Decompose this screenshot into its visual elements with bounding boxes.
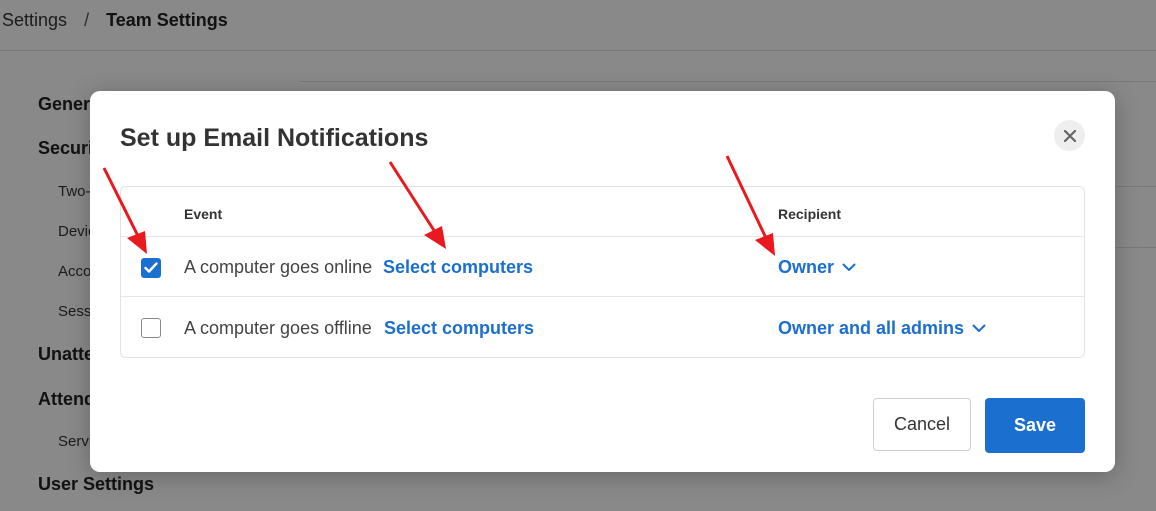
recipient-dropdown[interactable]: Owner and all admins [778,318,986,339]
email-notifications-dialog: Set up Email Notifications Event Recipie… [90,91,1115,472]
select-computers-link[interactable]: Select computers [384,318,534,339]
chevron-down-icon [972,324,986,332]
row-checkbox-offline[interactable] [141,318,161,338]
chevron-down-icon [842,263,856,271]
row-checkbox-online[interactable] [141,258,161,278]
save-button[interactable]: Save [985,398,1085,453]
close-button[interactable] [1054,120,1085,151]
header-divider [121,236,1084,237]
notifications-table: Event Recipient A computer goes online S… [120,186,1085,358]
cancel-button[interactable]: Cancel [873,398,971,451]
column-header-recipient: Recipient [778,206,842,222]
event-label: A computer goes online [184,257,373,277]
close-icon [1063,129,1076,142]
event-label: A computer goes offline [184,318,372,338]
recipient-value: Owner [778,257,835,277]
row-divider [121,296,1084,297]
column-header-event: Event [184,206,223,222]
checkmark-icon [144,262,158,273]
dialog-title: Set up Email Notifications [120,124,429,152]
recipient-dropdown[interactable]: Owner [778,257,856,278]
select-computers-link[interactable]: Select computers [383,257,533,278]
recipient-value: Owner and all admins [778,318,965,338]
